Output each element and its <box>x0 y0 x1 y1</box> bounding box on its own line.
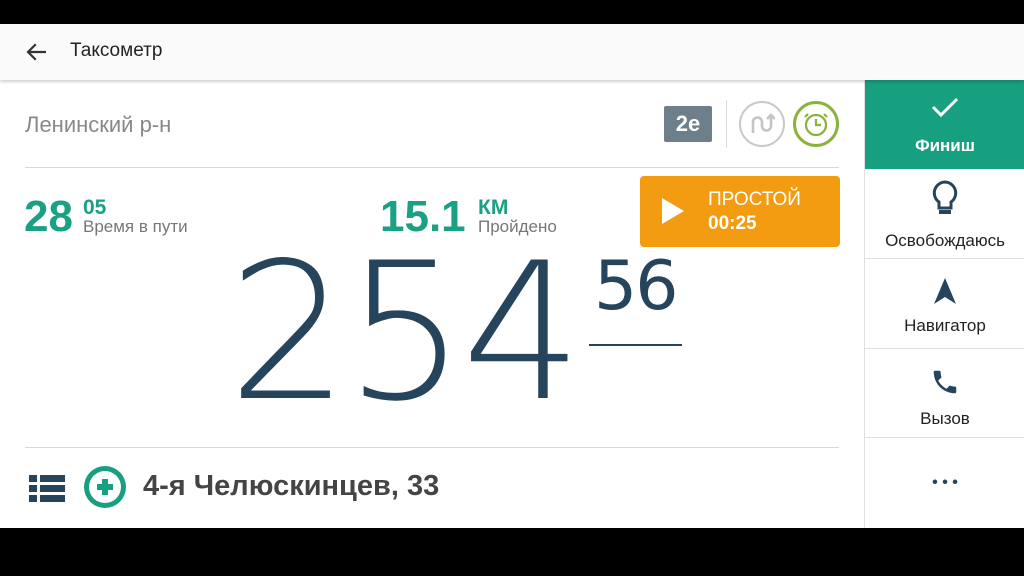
clock-icon <box>804 113 828 137</box>
action-sidebar: Финиш Освобождаюсь Навигатор Вызов • • • <box>864 80 1024 528</box>
lightbulb-icon <box>932 180 958 214</box>
release-button[interactable]: Освобождаюсь <box>865 169 1024 259</box>
route-button[interactable] <box>739 101 785 147</box>
check-icon <box>931 97 959 118</box>
list-icon[interactable] <box>29 474 65 509</box>
fare-cents-underline <box>589 344 682 346</box>
finish-button[interactable]: Финиш <box>865 80 1024 169</box>
play-icon <box>662 198 684 224</box>
fare-amount: 254 <box>228 222 583 443</box>
back-button[interactable] <box>20 38 52 66</box>
divider-top <box>25 167 839 168</box>
back-arrow-icon <box>26 43 46 61</box>
toolbar: Таксометр <box>0 24 1024 80</box>
phone-icon <box>933 370 957 394</box>
more-icon: • • • <box>932 474 958 491</box>
idle-time: 00:25 <box>708 213 757 234</box>
idle-title: ПРОСТОЙ <box>708 189 801 210</box>
fare-cents: 56 <box>594 247 679 326</box>
taximeter-app: Таксометр Ленинский р-н 2е 28 05 Время в… <box>0 24 1024 528</box>
clock-button[interactable] <box>793 101 839 147</box>
call-label: Вызов <box>920 409 970 428</box>
route-icon <box>751 113 775 133</box>
idle-button[interactable]: ПРОСТОЙ 00:25 <box>640 176 840 247</box>
add-stop-icon[interactable] <box>84 466 126 508</box>
navigation-arrow-icon <box>934 278 956 304</box>
district-label: Ленинский р-н <box>25 112 172 137</box>
more-button[interactable]: • • • <box>865 438 1024 528</box>
zone-badge: 2е <box>664 106 712 142</box>
trip-time-minutes: 28 <box>24 192 73 241</box>
call-button[interactable]: Вызов <box>865 349 1024 438</box>
release-label: Освобождаюсь <box>885 231 1005 250</box>
navigator-button[interactable]: Навигатор <box>865 259 1024 349</box>
trip-time-label: Время в пути <box>83 217 188 236</box>
finish-label: Финиш <box>915 136 975 155</box>
divider <box>726 100 727 148</box>
trip-panel: Ленинский р-н 2е 28 05 Время в пути 15.1… <box>0 80 864 528</box>
destination-address: 4-я Челюскинцев, 33 <box>143 470 440 502</box>
page-title: Таксометр <box>70 40 163 61</box>
navigator-label: Навигатор <box>904 316 986 335</box>
divider-bottom <box>25 447 839 448</box>
